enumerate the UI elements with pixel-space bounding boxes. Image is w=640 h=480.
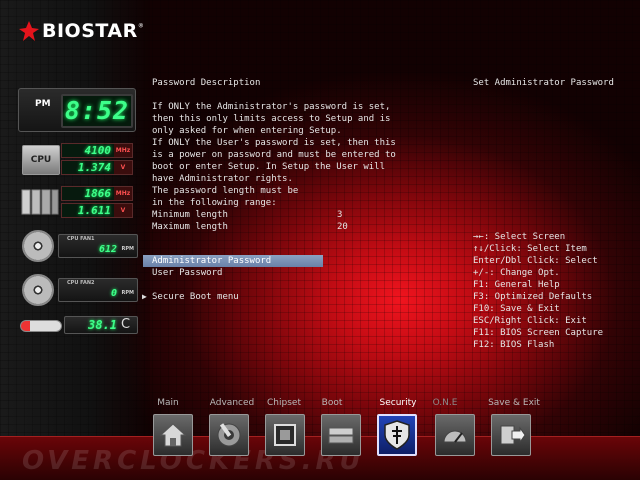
minimum-length-value: 3 xyxy=(337,210,343,220)
tab-boot[interactable] xyxy=(321,414,361,456)
cpu-fan1-label: CPU FAN1 xyxy=(67,236,95,242)
administrator-password-item[interactable]: Administrator Password xyxy=(143,255,323,267)
maximum-length-label: Maximum length xyxy=(152,222,228,232)
tab-save-exit-label[interactable]: Save & Exit xyxy=(484,398,544,408)
brand-name: BIOSTAR xyxy=(42,20,138,42)
password-description: If ONLY the Administrator's password is … xyxy=(152,102,396,208)
page-title: Password Description xyxy=(152,78,261,88)
tab-one-label[interactable]: O.N.E xyxy=(415,398,475,408)
cpu-volt-unit: V xyxy=(114,161,132,174)
brand-trademark: ® xyxy=(138,22,143,30)
tab-main-label[interactable]: Main xyxy=(138,398,198,408)
clock-ampm: PM xyxy=(35,99,51,109)
exit-icon xyxy=(500,425,526,445)
temperature-monitor: 38.1 C xyxy=(18,316,138,338)
secure-boot-menu-item[interactable]: Secure Boot menu xyxy=(143,291,323,303)
tab-security[interactable] xyxy=(377,414,417,456)
cpu-freq-readout: 4100 MHz xyxy=(61,143,133,158)
cpu-label: CPU xyxy=(30,155,52,165)
cpu-chip-icon: CPU xyxy=(22,145,60,175)
biostar-logo: BIOSTAR ® xyxy=(18,20,143,42)
memory-freq-unit: MHz xyxy=(114,187,132,200)
user-password-item[interactable]: User Password xyxy=(143,267,323,279)
cpu-fan2-readout: CPU FAN2 0 RPM xyxy=(58,278,138,302)
home-icon xyxy=(159,423,187,447)
temperature-readout: 38.1 C xyxy=(64,316,138,334)
drive-icon xyxy=(328,427,354,444)
shield-icon xyxy=(384,420,410,450)
tab-main[interactable] xyxy=(153,414,193,456)
speedometer-icon xyxy=(443,430,467,443)
tab-advanced-label[interactable]: Advanced xyxy=(202,398,262,408)
biostar-star-icon xyxy=(19,21,39,41)
cpu-fan2-monitor: CPU FAN2 0 RPM xyxy=(18,272,138,308)
item-help-text: Set Administrator Password xyxy=(473,78,614,88)
tab-one[interactable] xyxy=(435,414,475,456)
memory-monitor: 1866 MHz 1.611 V xyxy=(18,184,138,220)
memory-module-icon xyxy=(21,189,59,215)
temperature-value: 38.1 xyxy=(88,318,117,332)
fan-icon xyxy=(22,230,54,262)
watermark-text: OVERCLOCKERS.RU xyxy=(22,446,365,476)
minimum-length-label: Minimum length xyxy=(152,210,228,220)
tab-advanced[interactable] xyxy=(209,414,249,456)
cpu-volt-value: 1.374 xyxy=(62,161,114,174)
fan-icon xyxy=(22,274,54,306)
cpu-freq-unit: MHz xyxy=(114,144,132,157)
clock-time: 8:52 xyxy=(61,94,133,128)
memory-volt-value: 1.611 xyxy=(62,204,114,217)
thermometer-icon xyxy=(20,320,62,332)
memory-freq-value: 1866 xyxy=(62,187,114,200)
chip-icon xyxy=(274,424,296,446)
cpu-monitor: CPU 4100 MHz 1.374 V xyxy=(18,142,138,178)
key-help-list: →←: Select Screen ↑↓/Click: Select Item … xyxy=(473,232,604,350)
tab-chipset[interactable] xyxy=(265,414,305,456)
clock-panel: PM 8:52 xyxy=(18,88,136,132)
memory-freq-readout: 1866 MHz xyxy=(61,186,133,201)
cpu-fan2-unit: RPM xyxy=(121,290,135,296)
memory-volt-readout: 1.611 V xyxy=(61,203,133,218)
maximum-length-value: 20 xyxy=(337,222,348,232)
memory-volt-unit: V xyxy=(114,204,132,217)
cpu-freq-value: 4100 xyxy=(62,144,114,157)
cpu-fan2-label: CPU FAN2 xyxy=(67,280,95,286)
cpu-fan1-unit: RPM xyxy=(121,246,135,252)
cpu-volt-readout: 1.374 V xyxy=(61,160,133,175)
cpu-fan1-readout: CPU FAN1 612 RPM xyxy=(58,234,138,258)
temperature-unit: C xyxy=(121,317,131,332)
tab-save-exit[interactable] xyxy=(491,414,531,456)
tab-boot-label[interactable]: Boot xyxy=(302,398,362,408)
wrench-icon xyxy=(217,423,241,447)
cpu-fan1-monitor: CPU FAN1 612 RPM xyxy=(18,228,138,264)
